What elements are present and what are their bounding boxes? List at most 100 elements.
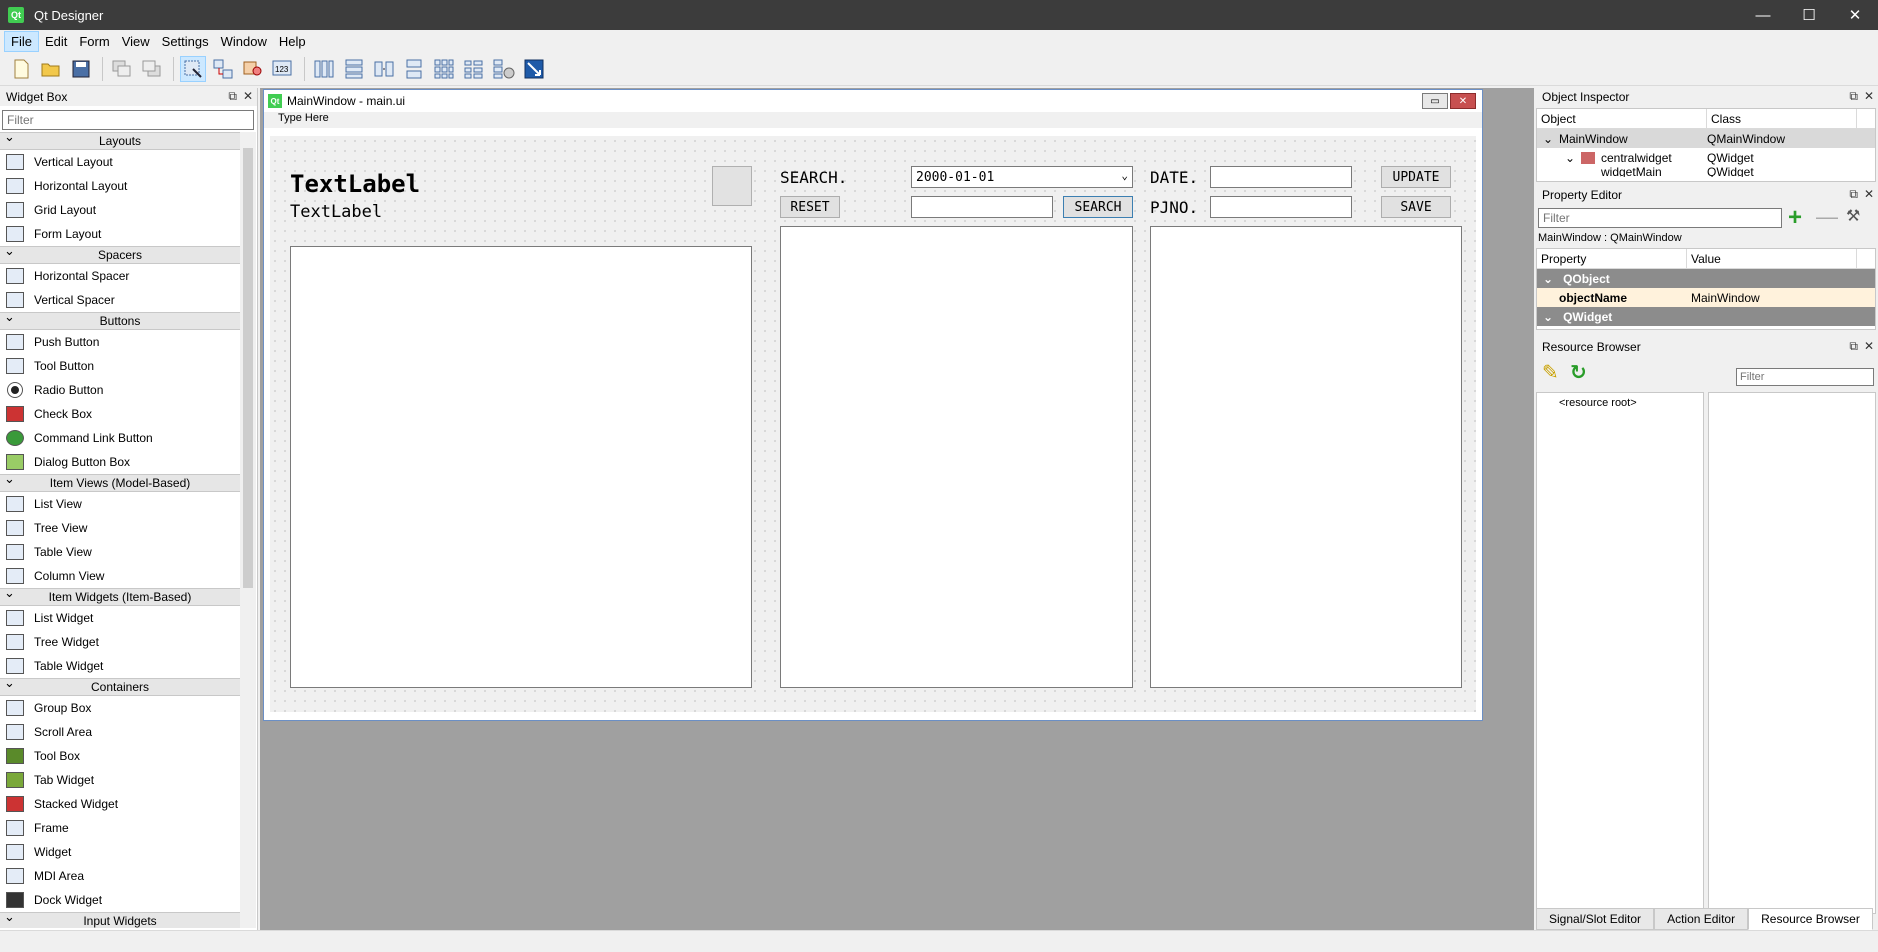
edit-widgets-button[interactable]	[180, 55, 206, 82]
type-here-menu[interactable]: Type Here	[278, 112, 329, 124]
adjust-size-button[interactable]	[521, 56, 547, 82]
form-minimize-icon[interactable]: ▭	[1422, 93, 1448, 109]
widget-mdi-area[interactable]: MDI Area	[0, 864, 240, 888]
menu-view[interactable]: View	[116, 32, 156, 51]
widget-tool-button[interactable]: Tool Button	[0, 354, 240, 378]
reload-icon[interactable]: ↻	[1570, 360, 1587, 385]
resource-list[interactable]	[1708, 392, 1876, 914]
date-input[interactable]	[1210, 166, 1352, 188]
add-property-icon[interactable]: +	[1788, 204, 1802, 232]
text-label-small[interactable]: TextLabel	[290, 202, 382, 222]
chevron-down-icon[interactable]: ⌄	[1537, 151, 1581, 165]
object-tree[interactable]: Object Class ⌄ MainWindow QMainWindow ⌄ …	[1536, 108, 1876, 182]
widget-push-button[interactable]: Push Button	[0, 330, 240, 354]
widget-vertical-spacer[interactable]: Vertical Spacer	[0, 288, 240, 312]
save-button[interactable]: SAVE	[1381, 196, 1451, 218]
resource-filter-input[interactable]	[1736, 368, 1874, 386]
category-containers[interactable]: Containers	[0, 675, 240, 696]
minimize-icon[interactable]: —	[1740, 0, 1786, 30]
resource-root-item[interactable]: <resource root>	[1537, 393, 1703, 409]
group-qobject[interactable]: ⌄ QObject	[1537, 269, 1875, 288]
menu-form[interactable]: Form	[73, 32, 115, 51]
menu-settings[interactable]: Settings	[156, 32, 215, 51]
lay-out-form-button[interactable]	[461, 56, 487, 82]
widget-horizontal-layout[interactable]: Horizontal Layout	[0, 174, 240, 198]
widget-command-link-button[interactable]: Command Link Button	[0, 426, 240, 450]
text-label-large[interactable]: TextLabel	[290, 170, 420, 198]
category-spacers[interactable]: Spacers	[0, 243, 240, 264]
close-panel-icon[interactable]: ✕	[243, 89, 253, 104]
widget-horizontal-spacer[interactable]: Horizontal Spacer	[0, 264, 240, 288]
widget-radio-button[interactable]: Radio Button	[0, 378, 240, 402]
edit-signals-slots-button[interactable]	[210, 56, 236, 82]
category-buttons[interactable]: Buttons	[0, 309, 240, 330]
menu-edit[interactable]: Edit	[39, 32, 73, 51]
edit-buddies-button[interactable]	[240, 56, 266, 82]
float-icon[interactable]: ⧉	[1849, 187, 1858, 202]
lay-out-grid-button[interactable]	[431, 56, 457, 82]
category-item-views[interactable]: Item Views (Model-Based)	[0, 471, 240, 492]
property-table[interactable]: Property Value ⌄ QObject objectName MainW…	[1536, 248, 1876, 330]
new-form-button[interactable]	[8, 56, 34, 82]
form-close-icon[interactable]: ✕	[1450, 93, 1476, 109]
lay-out-vertically-button[interactable]	[341, 56, 367, 82]
widget-scroll-area[interactable]: Scroll Area	[0, 720, 240, 744]
tree-row[interactable]: ⌄ centralwidget QWidget	[1537, 148, 1875, 167]
chevron-down-icon[interactable]: ⌄	[1537, 132, 1559, 146]
widget-tab-widget[interactable]: Tab Widget	[0, 768, 240, 792]
update-button[interactable]: UPDATE	[1381, 166, 1451, 188]
widget-group-box[interactable]: Group Box	[0, 696, 240, 720]
widget-frame[interactable]: Frame	[0, 816, 240, 840]
widget-check-box[interactable]: Check Box	[0, 402, 240, 426]
menu-help[interactable]: Help	[273, 32, 312, 51]
widget-box-filter-input[interactable]	[2, 110, 254, 130]
date-combo-box[interactable]: 2000-01-01 ⌄	[911, 166, 1133, 188]
widget-list-view[interactable]: List View	[0, 492, 240, 516]
reset-button[interactable]: RESET	[780, 196, 840, 218]
column-property[interactable]: Property	[1537, 249, 1687, 268]
search-input[interactable]	[911, 196, 1053, 218]
float-icon[interactable]: ⧉	[228, 89, 237, 104]
widget-list-widget[interactable]: List Widget	[0, 606, 240, 630]
lay-out-horizontal-splitter-button[interactable]	[371, 56, 397, 82]
column-value[interactable]: Value	[1687, 249, 1857, 268]
widget-box-scrollbar[interactable]	[240, 132, 256, 928]
remove-property-icon[interactable]: —	[1816, 204, 1838, 230]
column-class[interactable]: Class	[1707, 109, 1857, 128]
menu-file[interactable]: File	[4, 30, 39, 52]
open-form-button[interactable]	[38, 56, 64, 82]
tab-signal-slot-editor[interactable]: Signal/Slot Editor	[1536, 908, 1655, 930]
property-filter-input[interactable]	[1538, 208, 1782, 228]
close-panel-icon[interactable]: ✕	[1864, 89, 1874, 104]
tree-row[interactable]: widgetMain QWidget	[1537, 167, 1875, 177]
right-list-box[interactable]	[1150, 226, 1462, 688]
widget-column-view[interactable]: Column View	[0, 564, 240, 588]
tab-resource-browser[interactable]: Resource Browser	[1748, 908, 1873, 930]
category-layouts[interactable]: Layouts	[0, 132, 240, 150]
break-layout-button[interactable]	[491, 56, 517, 82]
widget-grid-layout[interactable]: Grid Layout	[0, 198, 240, 222]
image-placeholder[interactable]	[712, 166, 752, 206]
close-panel-icon[interactable]: ✕	[1864, 339, 1874, 354]
category-item-widgets[interactable]: Item Widgets (Item-Based)	[0, 585, 240, 606]
group-qwidget[interactable]: ⌄ QWidget	[1537, 307, 1875, 326]
widget-tree-widget[interactable]: Tree Widget	[0, 630, 240, 654]
widget-widget[interactable]: Widget	[0, 840, 240, 864]
widget-dock-widget[interactable]: Dock Widget	[0, 888, 240, 912]
widget-vertical-layout[interactable]: Vertical Layout	[0, 150, 240, 174]
widget-form-layout[interactable]: Form Layout	[0, 222, 240, 246]
send-to-back-button[interactable]	[139, 56, 165, 82]
menu-window[interactable]: Window	[215, 32, 273, 51]
float-icon[interactable]: ⧉	[1849, 89, 1858, 104]
widget-dialog-button-box[interactable]: Dialog Button Box	[0, 450, 240, 474]
widget-table-widget[interactable]: Table Widget	[0, 654, 240, 678]
lay-out-vertical-splitter-button[interactable]	[401, 56, 427, 82]
category-input-widgets[interactable]: Input Widgets	[0, 909, 240, 928]
edit-resources-icon[interactable]: ✎	[1542, 360, 1559, 385]
pjno-input[interactable]	[1210, 196, 1352, 218]
close-panel-icon[interactable]: ✕	[1864, 187, 1874, 202]
wrench-icon[interactable]: ⚒	[1846, 206, 1860, 226]
tab-action-editor[interactable]: Action Editor	[1654, 908, 1749, 930]
widget-table-view[interactable]: Table View	[0, 540, 240, 564]
float-icon[interactable]: ⧉	[1849, 339, 1858, 354]
